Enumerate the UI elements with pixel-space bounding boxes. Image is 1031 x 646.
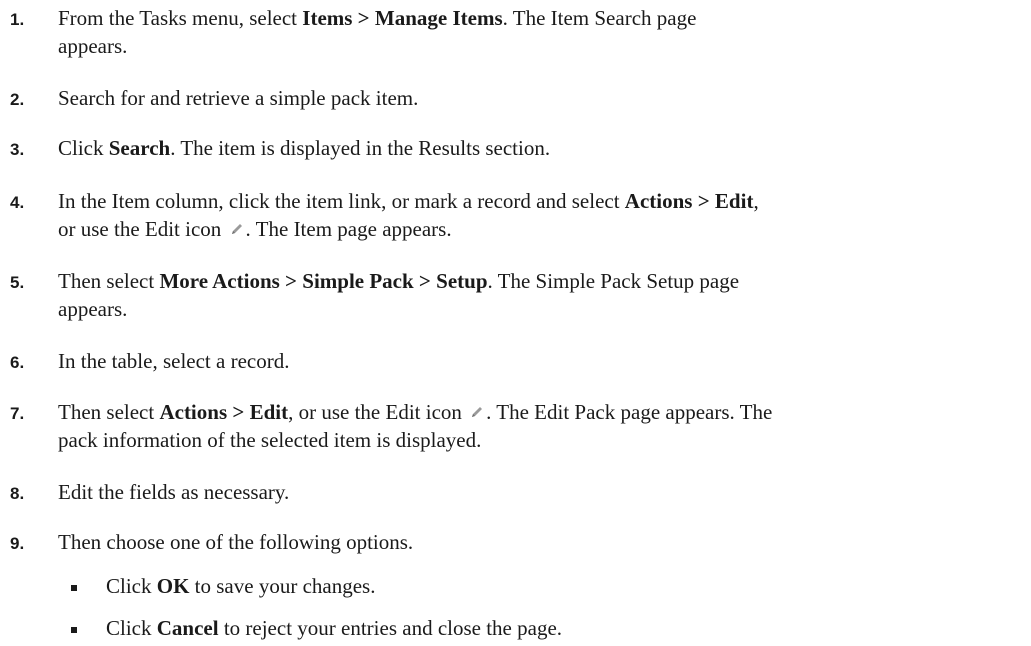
step-number: 1. xyxy=(10,10,25,29)
menu-path-text: Cancel xyxy=(156,616,219,640)
edit-pencil-icon xyxy=(469,399,485,417)
body-text: , or use the Edit icon xyxy=(288,400,468,424)
body-text: . The Item page appears. xyxy=(245,217,452,241)
body-text: to save your changes. xyxy=(189,574,376,598)
body-text: Then select xyxy=(58,400,160,424)
body-text: . The item is displayed in the Results s… xyxy=(170,136,551,160)
body-text: , xyxy=(753,189,759,213)
menu-path-text: More Actions > Simple Pack > Setup xyxy=(159,269,488,293)
body-text: appears. xyxy=(58,34,128,58)
edit-pencil-icon xyxy=(229,216,245,234)
body-text: to reject your entries and close the pag… xyxy=(218,616,563,640)
body-text: . The Simple Pack Setup page xyxy=(487,269,740,293)
step-text: Click Search. The item is displayed in t… xyxy=(58,134,1028,162)
bullet-square-icon xyxy=(71,585,77,591)
body-text: appears. xyxy=(58,297,128,321)
step-text: Search for and retrieve a simple pack it… xyxy=(58,84,1028,112)
step-text: Edit the fields as necessary. xyxy=(58,478,1028,506)
menu-path-text: Items > Manage Items xyxy=(302,6,503,30)
step-number: 8. xyxy=(10,484,25,503)
body-text: Click xyxy=(58,136,109,160)
body-text: Edit the fields as necessary. xyxy=(58,480,290,504)
body-text: Then select xyxy=(58,269,160,293)
menu-path-text: Search xyxy=(108,136,171,160)
step-number: 6. xyxy=(10,353,25,372)
body-text: or use the Edit icon xyxy=(58,217,227,241)
step-text: In the table, select a record. xyxy=(58,347,1028,375)
menu-path-text: Actions > Edit xyxy=(159,400,289,424)
body-text: pack information of the selected item is… xyxy=(58,428,482,452)
bullet-text: Click OK to save your changes. xyxy=(106,572,1006,600)
body-text: Then choose one of the following options… xyxy=(58,530,414,554)
step-text: Then select More Actions > Simple Pack >… xyxy=(58,267,1028,323)
step-number: 7. xyxy=(10,404,25,423)
body-text: Click xyxy=(106,574,157,598)
step-text: From the Tasks menu, select Items > Mana… xyxy=(58,4,1028,60)
body-text: Search for and retrieve a simple pack it… xyxy=(58,86,419,110)
body-text: . The Edit Pack page appears. The xyxy=(486,400,773,424)
step-number: 5. xyxy=(10,273,25,292)
menu-path-text: Actions > Edit xyxy=(624,189,754,213)
step-number: 9. xyxy=(10,534,25,553)
step-number: 2. xyxy=(10,90,25,109)
bullet-text: Click Cancel to reject your entries and … xyxy=(106,614,1006,642)
step-text: In the Item column, click the item link,… xyxy=(58,187,1028,243)
step-number: 4. xyxy=(10,193,25,212)
body-text: In the Item column, click the item link,… xyxy=(58,189,625,213)
step-number: 3. xyxy=(10,140,25,159)
step-text: Then select Actions > Edit, or use the E… xyxy=(58,398,1028,454)
bullet-square-icon xyxy=(71,627,77,633)
body-text: In the table, select a record. xyxy=(58,349,290,373)
body-text: From the Tasks menu, select xyxy=(58,6,303,30)
step-text: Then choose one of the following options… xyxy=(58,528,1028,556)
body-text: . The Item Search page xyxy=(502,6,697,30)
body-text: Click xyxy=(106,616,157,640)
menu-path-text: OK xyxy=(156,574,190,598)
